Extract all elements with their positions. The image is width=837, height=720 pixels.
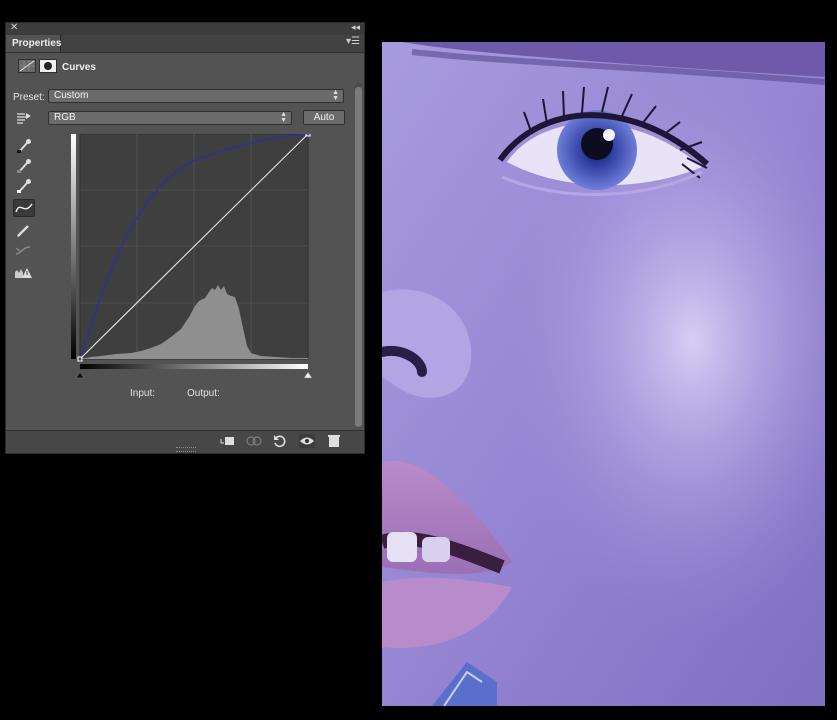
- auto-button[interactable]: Auto: [303, 110, 345, 125]
- panel-menu-icon[interactable]: ▾☰: [346, 36, 360, 47]
- dropdown-arrows-icon: ▲ ▼: [280, 111, 287, 124]
- output-gradient-bar: [71, 134, 76, 359]
- white-point-eyedropper-icon[interactable]: [13, 177, 35, 195]
- document-image-preview: [382, 42, 825, 706]
- smooth-curve-icon[interactable]: [13, 242, 35, 260]
- adjustment-curves-icon[interactable]: [18, 59, 36, 73]
- panel-resize-grip[interactable]: [176, 447, 196, 452]
- preset-value: Custom: [54, 90, 89, 101]
- black-point-eyedropper-icon[interactable]: [13, 137, 35, 155]
- black-point-slider[interactable]: [75, 371, 85, 379]
- dropdown-arrows-icon: ▲ ▼: [332, 89, 339, 102]
- preset-dropdown[interactable]: Custom ▲ ▼: [48, 89, 344, 103]
- portrait-image: [382, 42, 825, 706]
- view-previous-state-icon[interactable]: [246, 434, 262, 448]
- curves-graph-canvas[interactable]: [71, 131, 313, 384]
- pencil-draw-icon[interactable]: [13, 221, 35, 239]
- panel-tabbar: Properties ▾☰: [6, 35, 364, 53]
- output-label: Output:: [187, 388, 220, 399]
- panel-titlebar: ✕ ◂◂: [6, 22, 364, 35]
- gray-point-eyedropper-icon[interactable]: [13, 157, 35, 175]
- layer-mask-icon[interactable]: [39, 59, 57, 73]
- channel-value: RGB: [54, 112, 76, 123]
- panel-bottom-bar: [6, 430, 364, 453]
- white-point-slider[interactable]: [303, 371, 313, 379]
- adjustment-title: Curves: [62, 62, 96, 73]
- scrollbar-thumb[interactable]: [355, 87, 362, 427]
- edit-points-curve-icon[interactable]: [13, 199, 35, 217]
- visibility-eye-icon[interactable]: [299, 434, 315, 448]
- input-gradient-bar: [80, 364, 308, 369]
- input-label: Input:: [130, 388, 156, 399]
- on-image-adjust-icon[interactable]: [13, 109, 35, 127]
- delete-trash-icon[interactable]: [326, 434, 342, 448]
- clip-to-layer-icon[interactable]: [219, 434, 235, 448]
- channel-dropdown[interactable]: RGB ▲ ▼: [48, 111, 292, 125]
- preset-label: Preset:: [13, 92, 45, 103]
- curves-graph[interactable]: [71, 131, 313, 384]
- properties-panel: ✕ ◂◂ Properties ▾☰ Curves Preset: Custom…: [5, 22, 365, 454]
- reset-icon[interactable]: [272, 434, 288, 448]
- collapse-panel-icon[interactable]: ◂◂: [351, 22, 360, 33]
- clipping-warning-icon[interactable]: [13, 264, 35, 282]
- close-icon[interactable]: ✕: [10, 22, 18, 33]
- tab-properties[interactable]: Properties: [6, 35, 61, 52]
